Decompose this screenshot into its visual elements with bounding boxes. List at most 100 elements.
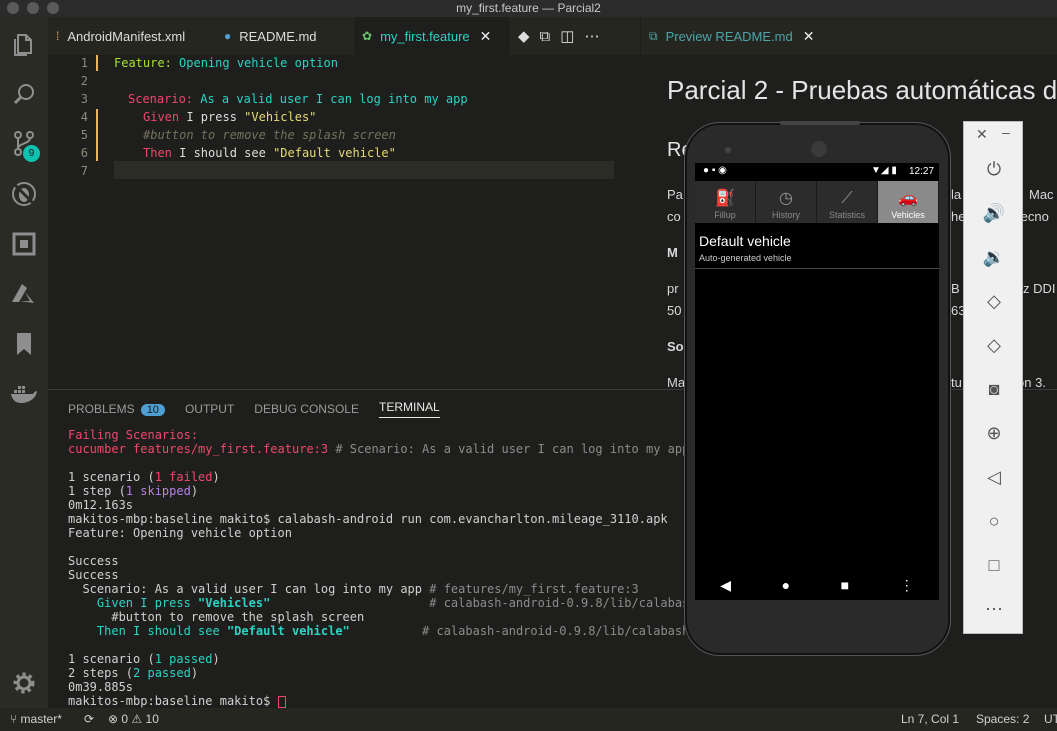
code-line: Feature: Opening vehicle option <box>114 56 338 70</box>
close-tab-icon[interactable]: ✕ <box>803 28 815 45</box>
signal-icon: ▼◢ ▮ <box>871 165 897 176</box>
preview-text: So <box>667 339 684 354</box>
bookmarks-icon[interactable] <box>9 329 39 359</box>
more-actions-icon[interactable]: ⋯ <box>584 27 599 45</box>
zoom-icon[interactable]: ⊕ <box>982 421 1006 445</box>
tab-label: README.md <box>239 28 317 44</box>
encoding[interactable]: UT <box>1044 712 1057 726</box>
home-icon[interactable]: ● <box>782 577 790 593</box>
terminal-cursor <box>277 695 286 708</box>
recents-icon[interactable]: ■ <box>841 577 849 593</box>
home-icon[interactable]: ○ <box>982 509 1006 533</box>
azure-icon[interactable] <box>9 279 39 309</box>
preview-text: B <box>951 281 960 296</box>
line-number: 2 <box>80 74 88 88</box>
tab-terminal[interactable]: TERMINAL <box>378 400 440 418</box>
tab-label: Preview README.md <box>665 28 793 44</box>
code-editor[interactable]: 1 2 3 4 5 6 7 Feature: Opening vehicle o… <box>48 55 640 388</box>
problems-count-badge: 10 <box>140 404 165 416</box>
tab-output[interactable]: OUTPUT <box>185 402 234 416</box>
title-bar: my_first.feature — Parcial2 <box>0 0 1057 17</box>
android-nav-bar: ◀ ● ■ ⋮ <box>695 571 939 599</box>
indentation[interactable]: Spaces: 2 <box>976 712 1029 726</box>
rotate-left-icon[interactable]: ◇ <box>982 289 1006 313</box>
tab-problems[interactable]: PROBLEMS 10 <box>68 402 165 416</box>
volume-down-icon[interactable]: 🔉 <box>982 245 1006 269</box>
code-line: Given I press "Vehicles" <box>143 110 317 124</box>
line-number: 4 <box>80 110 88 124</box>
sensor-icon <box>725 147 731 153</box>
volume-up-icon[interactable]: 🔊 <box>982 201 1006 225</box>
tab-statistics[interactable]: ⟋ Statistics <box>817 181 878 223</box>
tab-debug-console[interactable]: DEBUG CONSOLE <box>254 402 359 416</box>
minimize-icon[interactable]: – <box>1002 124 1010 140</box>
back-icon[interactable]: ◁ <box>982 465 1006 489</box>
status-bar: ⑂ master* ⟳ ⊗ 0 ⚠ 10 Ln 7, Col 1 Spaces:… <box>0 708 1057 731</box>
preview-text: M <box>667 245 678 260</box>
preview-text: 50 <box>667 303 682 318</box>
line-number: 1 <box>80 56 88 70</box>
debug-icon[interactable] <box>9 179 39 209</box>
more-icon[interactable]: ⋯ <box>982 597 1006 621</box>
tab-androidmanifest[interactable]: ⁞ AndroidManifest.xml <box>48 17 208 55</box>
preview-text: Mac <box>1029 187 1054 202</box>
current-line-highlight <box>114 161 614 179</box>
explorer-icon[interactable] <box>9 29 39 59</box>
car-icon: 🚗 <box>898 190 918 207</box>
overview-icon[interactable]: □ <box>982 553 1006 577</box>
tab-readme[interactable]: ● README.md <box>216 17 346 55</box>
chart-icon: ⟋ <box>841 190 853 207</box>
more-vert-icon[interactable]: ⋮ <box>900 577 914 594</box>
line-number: 3 <box>80 92 88 106</box>
screenshot-icon[interactable]: ◙ <box>982 377 1006 401</box>
code-line: Scenario: As a valid user I can log into… <box>128 92 468 106</box>
open-changes-icon[interactable]: ⧉ <box>540 28 551 45</box>
gutter-change-marker <box>96 55 98 71</box>
preview-heading: Parcial 2 - Pruebas automáticas d <box>667 75 1057 105</box>
problems-indicator[interactable]: ⊗ 0 ⚠ 10 <box>108 712 159 726</box>
preview-text: pr <box>667 281 679 296</box>
power-icon[interactable]: ⏻ <box>982 157 1006 181</box>
notification-icon: ● ▪ ◉ <box>703 165 727 176</box>
preview-tab-bar: ⧉ Preview README.md ✕ <box>641 17 1057 55</box>
sync-icon[interactable]: ⟳ <box>84 712 94 726</box>
preview-text: tu <box>951 375 962 388</box>
close-icon[interactable]: ✕ <box>976 126 988 143</box>
speaker-grille <box>780 121 860 125</box>
vehicle-title: Default vehicle <box>699 233 791 249</box>
android-status-bar: ● ▪ ◉ ▼◢ ▮ 12:27 <box>695 163 939 181</box>
tab-my-first-feature[interactable]: ✿ my_first.feature ✕ <box>354 17 510 55</box>
cursor-position[interactable]: Ln 7, Col 1 <box>901 712 959 726</box>
emulator-toolbar: ✕ – ⏻ 🔊 🔉 ◇ ◇ ◙ ⊕ ◁ ○ □ ⋯ <box>963 121 1023 634</box>
rotate-right-icon[interactable]: ◇ <box>982 333 1006 357</box>
tab-preview-readme[interactable]: ⧉ Preview README.md ✕ <box>641 17 814 55</box>
extensions-icon[interactable] <box>9 229 39 259</box>
branch-icon: ⑂ <box>10 712 21 726</box>
tab-label: AndroidManifest.xml <box>67 28 186 44</box>
panel-tabs: PROBLEMS 10 OUTPUT DEBUG CONSOLE TERMINAL <box>68 400 440 418</box>
preview-icon: ⧉ <box>649 28 658 43</box>
search-icon[interactable] <box>9 79 39 109</box>
branch-indicator[interactable]: ⑂ master* <box>10 712 62 726</box>
window-title: my_first.feature — Parcial2 <box>456 1 601 15</box>
close-tab-icon[interactable]: ✕ <box>480 28 492 45</box>
tab-history[interactable]: ◷ History <box>756 181 817 223</box>
split-editor-icon[interactable]: ◫ <box>560 27 574 45</box>
camera-icon <box>811 141 827 157</box>
warning-icon: ⚠ <box>128 712 146 726</box>
terminal-output[interactable]: Failing Scenarios: cucumber features/my_… <box>68 428 704 708</box>
tab-vehicles[interactable]: 🚗 Vehicles <box>878 181 939 223</box>
git-compare-icon[interactable]: ◆ <box>518 27 530 45</box>
code-line: Then I should see "Default vehicle" <box>143 146 396 160</box>
docker-icon[interactable] <box>9 379 39 409</box>
vehicle-list-item[interactable]: Default vehicle Auto-generated vehicle <box>695 229 939 269</box>
vehicle-subtitle: Auto-generated vehicle <box>699 253 792 263</box>
tab-fillup[interactable]: ⛽ Fillup <box>695 181 756 223</box>
back-icon[interactable]: ◀ <box>720 577 731 594</box>
gear-icon[interactable] <box>9 668 39 698</box>
code-line: #button to remove the splash screen <box>143 128 396 142</box>
clock-icon: ◷ <box>779 190 793 207</box>
line-number: 7 <box>80 164 88 178</box>
editor-actions: ◆ ⧉ ◫ ⋯ <box>518 17 599 55</box>
emulator-screen[interactable]: ● ▪ ◉ ▼◢ ▮ 12:27 ⛽ Fillup ◷ History ⟋ Stati… <box>695 163 939 600</box>
